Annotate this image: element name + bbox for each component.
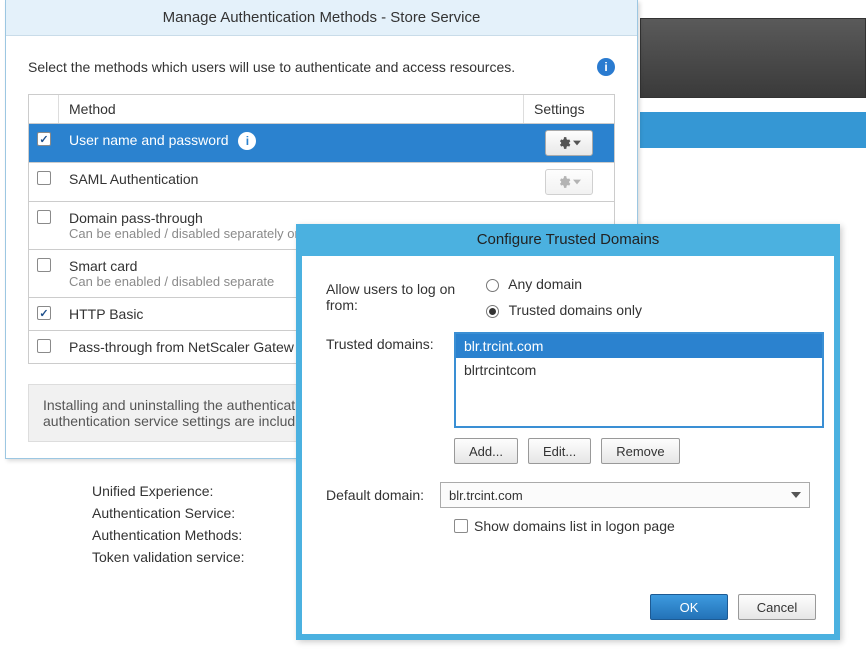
edit-button[interactable]: Edit... bbox=[528, 438, 591, 464]
gear-icon bbox=[557, 175, 571, 189]
dialog2-title[interactable]: Configure Trusted Domains bbox=[302, 228, 834, 256]
radio-any-domain-label: Any domain bbox=[508, 276, 582, 292]
settings-button[interactable] bbox=[545, 169, 593, 195]
chevron-down-icon bbox=[573, 139, 581, 147]
method-name: SAML Authentication bbox=[69, 171, 198, 187]
trusted-domains-label: Trusted domains: bbox=[326, 336, 454, 352]
configure-trusted-domains-dialog: Configure Trusted Domains Allow users to… bbox=[296, 224, 840, 640]
info-icon[interactable]: i bbox=[597, 58, 615, 76]
gear-icon bbox=[557, 136, 571, 150]
settings-button[interactable] bbox=[545, 130, 593, 156]
ok-button[interactable]: OK bbox=[650, 594, 728, 620]
table-row[interactable]: User name and password i bbox=[29, 124, 614, 163]
info-label: Authentication Methods: bbox=[92, 524, 312, 546]
table-row[interactable]: SAML Authentication bbox=[29, 163, 614, 202]
list-item[interactable]: blrtrcintcom bbox=[456, 358, 822, 382]
radio-any-domain[interactable] bbox=[486, 279, 499, 292]
add-button[interactable]: Add... bbox=[454, 438, 518, 464]
bg-toolbar bbox=[640, 18, 866, 98]
row-checkbox[interactable] bbox=[37, 306, 51, 320]
info-icon[interactable]: i bbox=[238, 132, 256, 150]
allow-label: Allow users to log on from: bbox=[326, 281, 486, 313]
trusted-domains-list[interactable]: blr.trcint.com blrtrcintcom bbox=[454, 332, 824, 428]
method-name: User name and password bbox=[69, 132, 229, 148]
table-header: Method Settings bbox=[29, 95, 614, 124]
show-domains-label: Show domains list in logon page bbox=[474, 518, 675, 534]
radio-trusted-only-label: Trusted domains only bbox=[509, 302, 642, 318]
default-domain-label: Default domain: bbox=[326, 487, 440, 503]
row-checkbox[interactable] bbox=[37, 171, 51, 185]
default-domain-value: blr.trcint.com bbox=[449, 488, 523, 503]
default-domain-select[interactable]: blr.trcint.com bbox=[440, 482, 810, 508]
row-checkbox[interactable] bbox=[37, 258, 51, 272]
bg-info-panel: Unified Experience: Authentication Servi… bbox=[92, 480, 312, 568]
row-checkbox[interactable] bbox=[37, 210, 51, 224]
show-domains-checkbox[interactable] bbox=[454, 519, 468, 533]
col-method[interactable]: Method bbox=[59, 95, 524, 123]
info-label: Unified Experience: bbox=[92, 480, 312, 502]
dialog1-title[interactable]: Manage Authentication Methods - Store Se… bbox=[6, 0, 637, 36]
cancel-button[interactable]: Cancel bbox=[738, 594, 816, 620]
method-name: Pass-through from NetScaler Gatew bbox=[69, 339, 294, 355]
method-name: HTTP Basic bbox=[69, 306, 143, 322]
chevron-down-icon bbox=[791, 492, 801, 498]
dialog1-instruction: Select the methods which users will use … bbox=[28, 59, 515, 75]
col-settings[interactable]: Settings bbox=[524, 95, 614, 123]
radio-trusted-only[interactable] bbox=[486, 305, 499, 318]
list-item[interactable]: blr.trcint.com bbox=[456, 334, 822, 358]
info-label: Authentication Service: bbox=[92, 502, 312, 524]
row-checkbox[interactable] bbox=[37, 132, 51, 146]
info-label: Token validation service: bbox=[92, 546, 312, 568]
remove-button[interactable]: Remove bbox=[601, 438, 679, 464]
bg-header-band bbox=[640, 112, 866, 148]
chevron-down-icon bbox=[573, 178, 581, 186]
row-checkbox[interactable] bbox=[37, 339, 51, 353]
